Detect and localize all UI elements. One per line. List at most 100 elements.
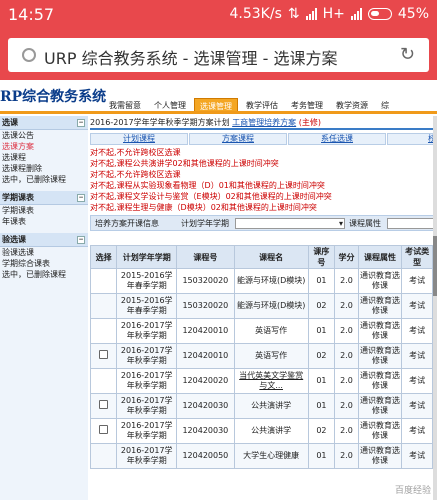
scroll-thumb[interactable] <box>433 236 437 296</box>
cell-credit: 2.0 <box>334 393 359 419</box>
filter-label-attr: 课程属性 <box>349 219 381 228</box>
table-header: 课序号 <box>307 245 336 269</box>
table-row: 2016-2017学年秋季学期 120420030 公共演讲学 02 2.0 通识教育选修… <box>90 418 437 444</box>
cell-exam: 考试 <box>401 318 434 344</box>
cell-attr-text: 通识教育选修课 <box>360 321 401 340</box>
collapse-icon[interactable]: − <box>77 194 85 202</box>
cell-seq: 02 <box>307 293 336 319</box>
cell-term-text: 2016-2017学年秋季学期 <box>120 346 173 365</box>
sidebar-item[interactable]: 选课程删除 <box>0 163 88 174</box>
cell-seq-text: 01 <box>316 276 327 285</box>
table-header: 计划学年学期 <box>116 245 178 269</box>
cell-credit-text: 2.0 <box>340 401 353 410</box>
error-line: 对不起,不允许跨校区选课 <box>90 148 181 157</box>
course-tabs: 计划课程方案课程系任选课校任 <box>90 133 437 145</box>
tab[interactable]: 校任 <box>387 133 437 145</box>
cell-term-text: 2016-2017学年秋季学期 <box>120 421 173 440</box>
sidebar-item[interactable]: 选课程 <box>0 152 88 163</box>
cell-attr: 通识教育选修课 <box>357 318 403 344</box>
table-row: 2016-2017学年秋季学期 120420050 大学生心理健康 01 2.0 通识教育… <box>90 443 437 469</box>
cell-term: 2016-2017学年秋季学期 <box>116 343 178 369</box>
collapse-icon[interactable]: − <box>77 119 85 127</box>
cell-name-text: 大学生心理健康 <box>243 451 300 460</box>
cell-attr-text: 通识教育选修课 <box>360 371 401 390</box>
cell-exam: 考试 <box>401 393 434 419</box>
sidebar-item[interactable]: 选课方案 <box>0 141 88 152</box>
battery-icon <box>367 8 392 20</box>
cell-credit: 2.0 <box>334 293 359 319</box>
sidebar-item[interactable]: 选中，已删除课程 <box>0 269 88 280</box>
cell-term: 2016-2017学年秋季学期 <box>116 368 178 394</box>
cell-credit-text: 2.0 <box>340 451 353 460</box>
select-cell <box>90 393 118 419</box>
cell-credit: 2.0 <box>334 443 359 469</box>
select-checkbox[interactable] <box>99 350 109 359</box>
cell-name: 公共演讲学 <box>233 418 309 444</box>
cell-term: 2015-2016学年春季学期 <box>116 293 178 319</box>
cell-attr-text: 通识教育选修课 <box>360 271 401 290</box>
cell-attr: 通识教育选修课 <box>357 343 403 369</box>
cell-term-text: 2016-2017学年秋季学期 <box>120 396 173 415</box>
plan-link[interactable]: 工商管理培养方案 <box>232 118 296 127</box>
cell-attr-text: 通识教育选修课 <box>360 446 401 465</box>
cell-name-text[interactable]: 当代英美文学鉴赏与文... <box>239 371 303 390</box>
error-line: 对不起,课程公共演讲学02和其他课程的上课时间冲突 <box>90 159 279 168</box>
cell-attr: 通识教育选修课 <box>357 368 403 394</box>
cell-name-text: 公共演讲学 <box>251 401 292 410</box>
tab[interactable]: 系任选课 <box>288 133 386 145</box>
sidebar-section-label: 学期课表 <box>2 193 34 202</box>
cell-seq: 02 <box>307 418 336 444</box>
app-header: RP综合教务系统 我需留意 个人管理 选课管理 教学评估 考务管理 教学资源综 <box>0 86 437 114</box>
select-cell <box>90 268 118 294</box>
cell-name-text: 能源与环境(D模块) <box>236 276 306 285</box>
select-cell <box>90 343 118 369</box>
cell-name: 能源与环境(D模块) <box>233 293 309 319</box>
sidebar-section-head[interactable]: 学期课表 − <box>0 191 88 205</box>
select-checkbox[interactable] <box>99 400 109 409</box>
tab[interactable]: 方案课程 <box>189 133 287 145</box>
cell-seq: 01 <box>307 268 336 294</box>
cell-code: 120420030 <box>176 393 235 419</box>
cell-code-text: 120420050 <box>182 451 229 460</box>
sidebar-section-head[interactable]: 验选课 − <box>0 233 88 247</box>
watermark: 百度经验 <box>394 486 431 496</box>
site-info-icon[interactable] <box>22 48 36 62</box>
cell-seq-text: 01 <box>316 376 327 385</box>
menu-underline <box>0 111 437 114</box>
cell-name-text: 英语写作 <box>255 326 288 335</box>
table-row: 2015-2016学年春季学期 150320020 能源与环境(D模块) 02 2.0 通… <box>90 293 437 319</box>
term-select[interactable] <box>235 216 345 232</box>
sidebar-item[interactable]: 验课选课 <box>0 247 88 258</box>
table-row: 2016-2017学年秋季学期 120420010 英语写作 02 2.0 通识教育选修课… <box>90 343 437 369</box>
network-speed: 4.53K/s <box>229 6 282 22</box>
cell-credit: 2.0 <box>334 418 359 444</box>
cell-term-text: 2016-2017学年秋季学期 <box>120 371 173 390</box>
select-checkbox[interactable] <box>99 425 109 434</box>
sidebar-section-head[interactable]: 选课 − <box>0 116 88 130</box>
cell-code-text: 120420030 <box>182 401 229 410</box>
page-scrollbar[interactable] <box>433 116 437 500</box>
sidebar-item[interactable]: 学期综合课表 <box>0 258 88 269</box>
attr-select[interactable] <box>387 218 437 229</box>
sidebar-item[interactable]: 选中，已删除课程 <box>0 174 88 185</box>
sidebar-item[interactable]: 选课公告 <box>0 130 88 141</box>
sidebar-item[interactable]: 学期课表 <box>0 205 88 216</box>
cell-name: 英语写作 <box>233 318 309 344</box>
cell-exam: 考试 <box>401 293 434 319</box>
cell-name: 英语写作 <box>233 343 309 369</box>
reload-icon[interactable]: ↻ <box>400 44 415 65</box>
clock: 14:57 <box>8 5 55 24</box>
cell-name: 当代英美文学鉴赏与文... <box>233 368 309 394</box>
sidebar-item[interactable]: 年课表 <box>0 216 88 227</box>
table-row: 2015-2016学年春季学期 150320020 能源与环境(D模块) 01 2.0 通… <box>90 268 437 294</box>
cell-credit: 2.0 <box>334 318 359 344</box>
address-field[interactable]: URP 综合教务系统 - 选课管理 - 选课方案 ↻ <box>8 38 429 72</box>
collapse-icon[interactable]: − <box>77 236 85 244</box>
cell-code-text: 150320020 <box>182 276 229 285</box>
cell-seq-text: 02 <box>316 301 327 310</box>
cell-seq: 01 <box>307 443 336 469</box>
tab[interactable]: 计划课程 <box>90 133 188 145</box>
cell-exam: 考试 <box>401 418 434 444</box>
cell-code: 120420020 <box>176 368 235 394</box>
